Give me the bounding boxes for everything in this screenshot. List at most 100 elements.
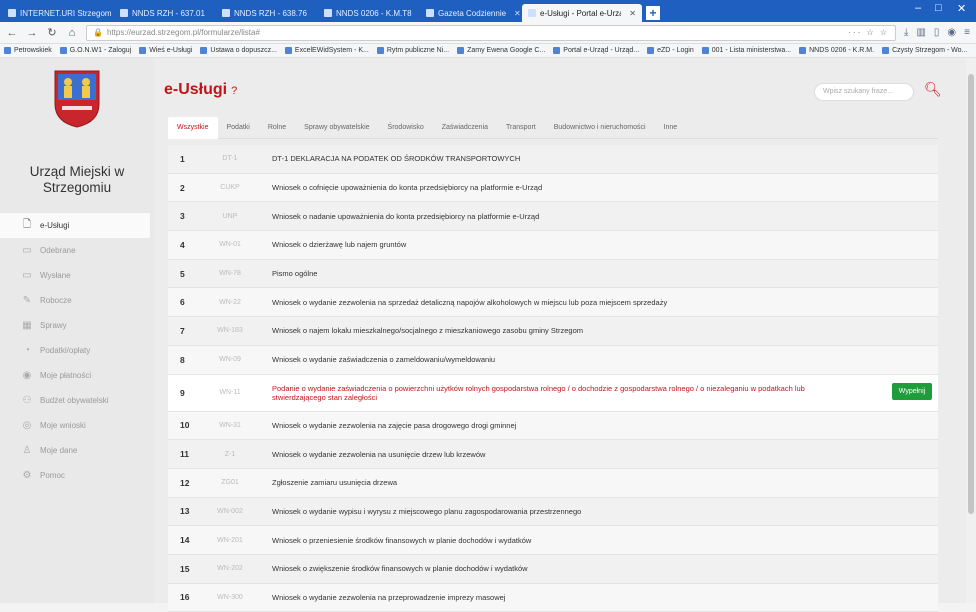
sidebar-item-sprawy[interactable]: ▦ Sprawy <box>0 313 154 338</box>
browser-tab-active[interactable]: e-Usługi - Portal e-Urząd - Urz... ✕ <box>522 4 642 22</box>
row-name[interactable]: Wniosek o zwiększenie środków finansowyc… <box>272 564 528 573</box>
bookmark[interactable]: ExcelEWidSystem - K... <box>284 47 369 54</box>
download-icon[interactable]: ⤓ <box>904 27 908 38</box>
table-row[interactable]: 7 WN-183 Wniosek o najem lokalu mieszkalne… <box>168 317 938 346</box>
tab-srodowisko[interactable]: Środowisko <box>379 117 433 139</box>
table-row[interactable]: 10 WN-31 Wniosek o wydanie zezwolenia na z… <box>168 411 938 441</box>
bookmark[interactable]: Zamy Ewena Google C... <box>457 47 545 54</box>
close-icon[interactable]: ✕ <box>416 9 418 18</box>
row-name[interactable]: Wniosek o cofnięcie upoważnienia do kont… <box>272 183 542 192</box>
sidebar-item-odebrane[interactable]: ▭ Odebrane <box>0 238 154 263</box>
table-row[interactable]: 3 UNP Wniosek o nadanie upoważnienia do ko… <box>168 202 938 232</box>
tab-sprawy-obywatelskie[interactable]: Sprawy obywatelskie <box>295 117 378 139</box>
sidebar-item-podatki[interactable]: ◔ Podatki/opłaty <box>0 338 154 363</box>
table-row[interactable]: 8 WN-09 Wniosek o wydanie zaświadczenia o … <box>168 345 938 375</box>
menu-icon[interactable]: ≡ <box>964 27 970 38</box>
row-name[interactable]: Podanie o wydanie zaświadczenia o powier… <box>272 384 852 402</box>
bookmark[interactable]: Petrowskiek <box>4 47 52 54</box>
table-row[interactable]: 12 ZG01 Zgłoszenie zamiaru usunięcia drzew… <box>168 468 938 498</box>
tab-podatki[interactable]: Podatki <box>218 117 259 139</box>
maximize-icon[interactable]: □ <box>935 2 942 14</box>
account-icon[interactable]: ◉ <box>947 27 956 38</box>
bookmark[interactable]: Portal e-Urząd - Urząd... <box>553 47 639 54</box>
table-row[interactable]: 1 DT-1 DT-1 DEKLARACJA NA PODATEK OD ŚRODK… <box>168 145 938 174</box>
row-name[interactable]: Wniosek o wydanie wypisu i wyrysu z miej… <box>272 507 581 516</box>
row-name[interactable]: Wniosek o wydanie zaświadczenia o zameld… <box>272 355 495 364</box>
tab-transport[interactable]: Transport <box>497 117 545 139</box>
bookmark-label: ExcelEWidSystem - K... <box>294 47 369 54</box>
bookmark[interactable]: 001 - Lista ministerstwa... <box>701 47 791 54</box>
bookmark[interactable]: Wieś e-Usługi <box>139 47 192 54</box>
browser-nav-bar: ← → ↻ ⌂ 🔒 https://eurzad.strzegom.pl/for… <box>0 22 976 44</box>
table-row[interactable]: 4 WN-01 Wniosek o dzierżawę lub najem grun… <box>168 231 938 260</box>
table-row[interactable]: 5 WN-78 Pismo ogólne <box>168 259 938 289</box>
tab-budownictwo[interactable]: Budownictwo i nieruchomości <box>545 117 655 139</box>
scrollbar-thumb[interactable] <box>968 74 974 514</box>
search-icon[interactable]: 🔍︎ <box>924 81 942 98</box>
reload-icon[interactable]: ↻ <box>46 26 58 39</box>
row-name[interactable]: Wniosek o najem lokalu mieszkalnego/socj… <box>272 326 583 335</box>
tab-inne[interactable]: Inne <box>655 117 687 139</box>
browser-tab[interactable]: NNDS RZH - 638.76 ✕ <box>216 4 316 22</box>
row-name[interactable]: Wniosek o dzierżawę lub najem gruntów <box>272 240 406 249</box>
sidebar-icon[interactable]: ▯ <box>934 27 940 38</box>
browser-tab[interactable]: INTERNET.URI Strzegom✕ <box>2 4 112 22</box>
row-name[interactable]: Pismo ogólne <box>272 269 317 278</box>
tab-wszystkie[interactable]: Wszystkie <box>168 116 218 139</box>
close-icon[interactable]: ✕ <box>209 9 214 18</box>
scrollbar[interactable] <box>966 58 976 603</box>
home-icon[interactable]: ⌂ <box>66 27 78 39</box>
minimize-icon[interactable]: – <box>915 2 921 14</box>
table-row[interactable]: 13 WN-002 Wniosek o wydanie wypisu i wyrys… <box>168 497 938 527</box>
sidebar-item-wyslane[interactable]: ▭ Wysłane <box>0 263 154 288</box>
bookmark[interactable]: Ustawa o dopuszcz... <box>200 47 277 54</box>
bookmark[interactable]: G.O.N.W1 - Zaloguj <box>59 47 131 54</box>
row-name[interactable]: Wniosek o wydanie zezwolenia na usunięci… <box>272 450 485 459</box>
row-name[interactable]: Wniosek o wydanie zezwolenia na przeprow… <box>272 593 505 602</box>
sidebar-item-wnioski[interactable]: ◎ Moje wnioski <box>0 413 154 438</box>
row-name[interactable]: Wniosek o nadanie upoważnienia do konta … <box>272 212 539 221</box>
sidebar-item-pomoc[interactable]: ⚙ Pomoc <box>0 463 154 488</box>
search-input[interactable]: Wpisz szukany fraze... <box>814 83 914 101</box>
table-row[interactable]: 2 CUKP Wniosek o cofnięcie upoważnienia do… <box>168 173 938 203</box>
browser-tab[interactable]: NNDS RZH - 637.01 ✕ <box>114 4 214 22</box>
sidebar-item-dane[interactable]: ♙ Moje dane <box>0 438 154 463</box>
new-tab-button[interactable]: + <box>646 6 660 20</box>
table-row[interactable]: 6 WN-22 Wniosek o wydanie zezwolenia na sp… <box>168 288 938 318</box>
close-icon[interactable]: ✕ <box>510 9 520 18</box>
tab-zaswiadczenia[interactable]: Zaświadczenia <box>433 117 497 139</box>
close-icon[interactable]: ✕ <box>311 9 316 18</box>
table-row[interactable]: 11 Z-1 Wniosek o wydanie zezwolenia na usu… <box>168 440 938 469</box>
row-name[interactable]: Wniosek o przeniesienie środków finansow… <box>272 536 531 545</box>
table-row[interactable]: 16 WN-300 Wniosek o wydanie zezwolenia na … <box>168 583 938 612</box>
row-name[interactable]: DT-1 DEKLARACJA NA PODATEK OD ŚRODKÓW TR… <box>272 154 520 163</box>
sidebar-item-e-uslugi[interactable]: 🗋 e-Usługi <box>0 213 150 238</box>
table-row[interactable]: 15 WN-202 Wniosek o zwiększenie środków fi… <box>168 554 938 584</box>
close-window-icon[interactable]: ✕ <box>957 2 966 15</box>
browser-tab[interactable]: Gazeta Codziennie ✕ <box>420 4 520 22</box>
url-bar[interactable]: 🔒 https://eurzad.strzegom.pl/formularze/… <box>86 24 897 41</box>
bookmark[interactable]: Rytm publiczne Ni... <box>376 47 449 54</box>
apply-button[interactable]: Wypełnij <box>892 382 932 400</box>
table-row-hovered[interactable]: 9 WN-11 Podanie o wydanie zaświadczenia o … <box>168 374 938 412</box>
sidebar-item-robocze[interactable]: ✎ Robocze <box>0 288 154 313</box>
close-icon[interactable]: ✕ <box>625 9 636 18</box>
row-number: 4 <box>180 239 185 250</box>
forward-icon[interactable]: → <box>26 27 38 39</box>
tab-rolne[interactable]: Rolne <box>259 117 295 139</box>
sidebar-item-budzet[interactable]: ⚇ Budżet obywatelski <box>0 388 154 413</box>
row-name[interactable]: Zgłoszenie zamiaru usunięcia drzewa <box>272 478 397 487</box>
row-name[interactable]: Wniosek o wydanie zezwolenia na zajęcie … <box>272 421 516 430</box>
row-name[interactable]: Wniosek o wydanie zezwolenia na sprzedaż… <box>272 298 667 307</box>
bookmark[interactable]: Czysty Strzegom - Wo... <box>882 47 967 54</box>
help-circle-icon[interactable]: ? <box>231 85 237 97</box>
table-row[interactable]: 14 WN-201 Wniosek o przeniesienie środków … <box>168 526 938 555</box>
sidebar-item-platnosci[interactable]: ◉ Moje płatności <box>0 363 154 388</box>
back-icon[interactable]: ← <box>6 27 18 39</box>
library-icon[interactable]: ▥ <box>916 27 925 38</box>
url-actions[interactable]: ··· ☆ ☆ <box>848 28 889 37</box>
row-code: WN-31 <box>219 421 241 429</box>
bookmark[interactable]: NNDS 0206 - K.R.M. <box>799 47 874 54</box>
browser-tab[interactable]: NNDS 0206 - K.M.T8 ✕ <box>318 4 418 22</box>
bookmark[interactable]: eZD - Login <box>647 47 694 54</box>
